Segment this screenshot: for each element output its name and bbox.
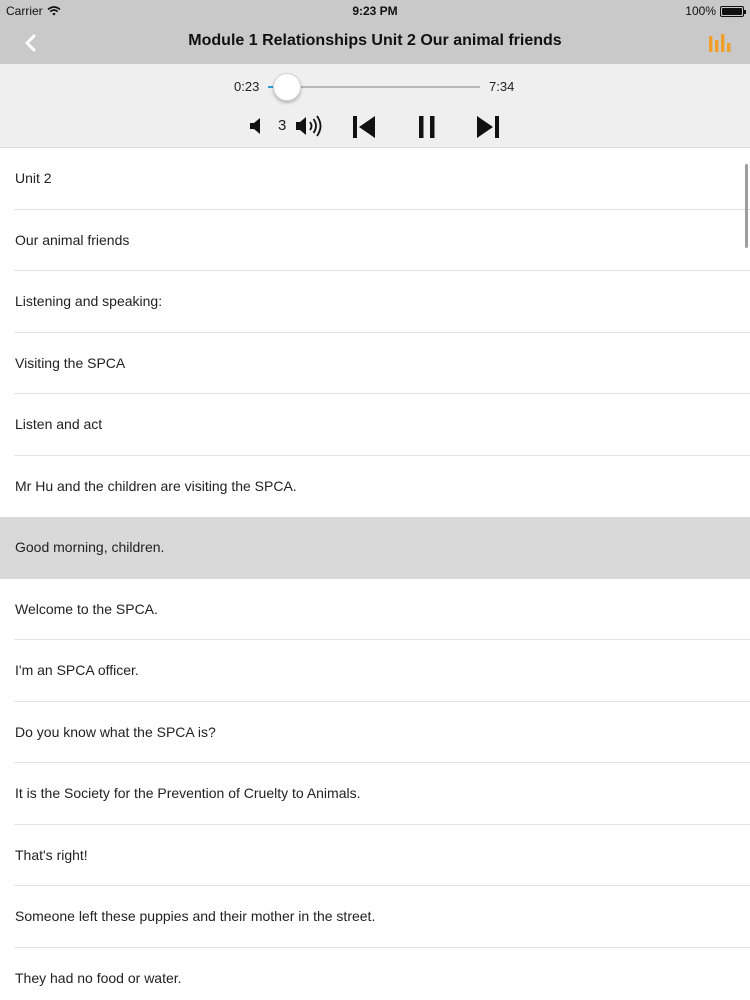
list-item-text: Visiting the SPCA bbox=[15, 354, 126, 371]
volume-level: 3 bbox=[278, 117, 287, 134]
list-item[interactable]: Mr Hu and the children are visiting the … bbox=[0, 455, 750, 517]
battery-icon bbox=[720, 5, 746, 17]
duration-time: 7:34 bbox=[489, 79, 515, 94]
progress-slider[interactable] bbox=[268, 73, 480, 101]
list-item[interactable]: Someone left these puppies and their mot… bbox=[0, 886, 750, 948]
list-item-text: Unit 2 bbox=[15, 170, 52, 186]
transcript-list: Unit 2 Our animal friends Listening and sp… bbox=[0, 148, 750, 1000]
list-item-text: Good morning, children. bbox=[15, 539, 165, 555]
list-item-text: Do you know what the SPCA is? bbox=[15, 723, 216, 740]
navigation-bar: Module 1 Relationships Unit 2 Our animal… bbox=[0, 22, 750, 64]
list-item[interactable]: Unit 2 bbox=[0, 148, 750, 210]
chevron-left-icon[interactable] bbox=[18, 28, 46, 58]
list-item[interactable]: Do you know what the SPCA is? bbox=[0, 701, 750, 763]
battery-percent: 100% bbox=[685, 4, 716, 18]
list-item[interactable]: I'm an SPCA officer. bbox=[0, 640, 750, 702]
progress-thumb[interactable] bbox=[272, 73, 301, 101]
status-time: 9:23 PM bbox=[352, 4, 398, 18]
list-item-text: Welcome to the SPCA. bbox=[15, 600, 158, 617]
page-title: Module 1 Relationships Unit 2 Our animal… bbox=[188, 32, 562, 49]
list-item[interactable]: Our animal friends bbox=[0, 209, 750, 271]
list-item[interactable]: Listening and speaking: bbox=[0, 271, 750, 333]
list-item[interactable]: They had no food or water. bbox=[0, 947, 750, 1000]
list-item[interactable]: It is the Society for the Prevention of … bbox=[0, 763, 750, 825]
list-item-text: Listen and act bbox=[15, 416, 103, 432]
list-item-text: Mr Hu and the children are visiting the … bbox=[15, 477, 297, 494]
audio-player: 0:23 7:34 3 bbox=[0, 64, 750, 148]
list-item-text: That's right! bbox=[15, 846, 88, 863]
pause-icon[interactable] bbox=[414, 114, 440, 140]
list-item[interactable]: Listen and act bbox=[0, 394, 750, 456]
list-item-text: It is the Society for the Prevention of … bbox=[15, 785, 361, 801]
bar-chart-icon[interactable] bbox=[708, 32, 732, 54]
list-item[interactable]: That's right! bbox=[0, 824, 750, 886]
volume-down-icon[interactable] bbox=[247, 116, 265, 136]
volume-up-icon[interactable] bbox=[294, 113, 326, 139]
next-track-icon[interactable] bbox=[475, 114, 501, 140]
scrollbar[interactable] bbox=[745, 164, 748, 248]
current-time: 0:23 bbox=[234, 79, 260, 94]
list-item[interactable]: Visiting the SPCA bbox=[0, 332, 750, 394]
battery-info: 100% bbox=[685, 4, 746, 18]
list-item-text: Someone left these puppies and their mot… bbox=[15, 908, 376, 924]
list-item[interactable]: Welcome to the SPCA. bbox=[0, 578, 750, 640]
previous-track-icon[interactable] bbox=[351, 114, 377, 140]
list-item-text: They had no food or water. bbox=[15, 969, 182, 986]
list-item[interactable]: Good morning, children. bbox=[0, 517, 750, 579]
list-item-text: I'm an SPCA officer. bbox=[15, 662, 139, 678]
status-bar: Carrier 9:23 PM 100% bbox=[0, 0, 750, 22]
list-item-text: Listening and speaking: bbox=[15, 293, 163, 309]
list-item-text: Our animal friends bbox=[15, 231, 130, 248]
